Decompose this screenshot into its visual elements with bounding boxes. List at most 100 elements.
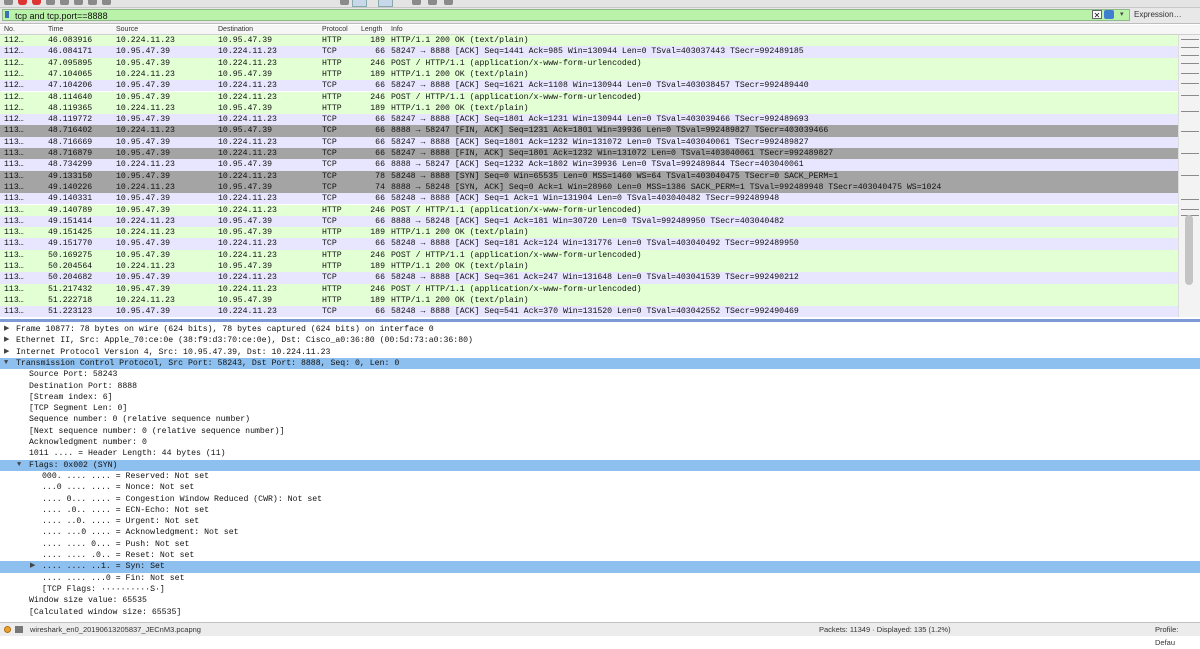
packet-source: 10.95.47.39: [116, 149, 171, 158]
detail-tree-item[interactable]: ▶ Internet Protocol Version 4, Src: 10.95…: [0, 347, 1200, 358]
expand-triangle-icon[interactable]: ▼: [17, 460, 21, 471]
column-header-time[interactable]: Time: [48, 25, 63, 34]
filter-bookmark-icon[interactable]: [5, 11, 9, 18]
packet-row[interactable]: 112… 46.083916 10.224.11.23 10.95.47.39 HTTP…: [0, 35, 1178, 47]
detail-tree-item[interactable]: ▼ Flags: 0x002 (SYN): [0, 459, 1200, 471]
column-header-destination[interactable]: Destination: [218, 25, 253, 34]
detail-tree-item[interactable]: Window size value: 65535: [0, 595, 1200, 606]
collapsed-triangle-icon[interactable]: ▶: [4, 335, 9, 346]
detail-tree-item[interactable]: ▶ Ethernet II, Src: Apple_70:ce:0e (38:f9…: [0, 335, 1200, 346]
packet-row[interactable]: 113… 51.223123 10.95.47.39 10.224.11.23 TCP 6…: [0, 306, 1178, 317]
detail-tree-item[interactable]: Destination Port: 8888: [0, 381, 1200, 392]
collapsed-triangle-icon[interactable]: ▶: [4, 324, 9, 335]
detail-tree-item[interactable]: Sequence number: 0 (relative sequence nu…: [0, 414, 1200, 425]
apply-filter-icon[interactable]: [1104, 10, 1114, 19]
zoom-in-icon[interactable]: [412, 0, 421, 5]
expression-button[interactable]: Expression…: [1134, 9, 1198, 21]
packet-row[interactable]: 112… 47.104065 10.224.11.23 10.95.47.39 HTTP…: [0, 68, 1178, 81]
packet-row[interactable]: 113… 49.140789 10.95.47.39 10.224.11.23 HTTP…: [0, 204, 1178, 216]
packet-destination: 10.224.11.23: [218, 307, 277, 317]
packet-row[interactable]: 113… 48.716402 10.224.11.23 10.95.47.39 TCP 6…: [0, 125, 1178, 137]
packet-row[interactable]: 113… 49.151425 10.224.11.23 10.95.47.39 HTTP…: [0, 227, 1178, 239]
profile-label[interactable]: Profile: Defau: [1155, 623, 1200, 649]
detail-tree-item[interactable]: [Calculated window size: 65535]: [0, 607, 1200, 618]
detail-tree-item[interactable]: .... .... .0.. = Reset: Not set: [0, 550, 1200, 561]
zoom-out-icon[interactable]: [428, 0, 437, 5]
detail-tree-item[interactable]: Acknowledgment number: 0: [0, 437, 1200, 448]
detail-tree-item[interactable]: 000. .... .... = Reserved: Not set: [0, 471, 1200, 482]
packet-row[interactable]: 113… 51.217432 10.95.47.39 10.224.11.23 HTTP…: [0, 283, 1178, 295]
open-file-icon[interactable]: [60, 0, 69, 5]
packet-row[interactable]: 112… 46.084171 10.95.47.39 10.224.11.23 TCP 6…: [0, 46, 1178, 58]
start-capture-icon[interactable]: [4, 0, 13, 5]
detail-tree-item[interactable]: [Stream index: 6]: [0, 392, 1200, 403]
stop-capture-icon[interactable]: [18, 0, 27, 5]
display-filter-bar: tcp and tcp.port==8888 ✕ ▾ Expression…: [0, 8, 1200, 24]
detail-tree-item[interactable]: 1011 .... = Header Length: 44 bytes (11): [0, 448, 1200, 459]
column-header-protocol[interactable]: Protocol: [322, 25, 348, 34]
normal-size-icon[interactable]: [444, 0, 453, 5]
pane-splitter[interactable]: [0, 319, 1200, 322]
packet-row[interactable]: 113… 48.716879 10.95.47.39 10.224.11.23 TCP 6…: [0, 148, 1178, 160]
capture-comment-icon[interactable]: [15, 626, 23, 633]
detail-tree-item[interactable]: .... .0.. .... = ECN-Echo: Not set: [0, 505, 1200, 516]
packet-list-scrollbar[interactable]: [1178, 35, 1200, 317]
packet-row[interactable]: 113… 49.151414 10.224.11.23 10.95.47.39 TCP 6…: [0, 215, 1178, 228]
packet-row[interactable]: 112… 48.119365 10.224.11.23 10.95.47.39 HTTP…: [0, 102, 1178, 115]
packet-row[interactable]: 113… 49.133150 10.95.47.39 10.224.11.23 TCP 7…: [0, 170, 1178, 182]
close-file-icon[interactable]: [88, 0, 97, 5]
packet-row[interactable]: 112… 48.114640 10.95.47.39 10.224.11.23 HTTP…: [0, 91, 1178, 103]
detail-tree-item[interactable]: .... 0... .... = Congestion Window Reduc…: [0, 494, 1200, 505]
display-filter-input[interactable]: tcp and tcp.port==8888: [2, 9, 1130, 21]
capture-options-icon[interactable]: [46, 0, 55, 5]
detail-tree-item[interactable]: .... .... ...0 = Fin: Not set: [0, 573, 1200, 584]
expert-info-icon[interactable]: [4, 626, 11, 633]
detail-tree-item[interactable]: ▼ Transmission Control Protocol, Src Port…: [0, 357, 1200, 370]
packet-row[interactable]: 113… 50.169275 10.95.47.39 10.224.11.23 HTTP…: [0, 249, 1178, 261]
detail-tree-item[interactable]: ▶ Frame 10877: 78 bytes on wire (624 bits…: [0, 324, 1200, 335]
column-header-source[interactable]: Source: [116, 25, 138, 34]
packet-row[interactable]: 113… 48.716669 10.95.47.39 10.224.11.23 TCP 6…: [0, 136, 1178, 148]
scroll-thumb[interactable]: [1185, 215, 1193, 285]
detail-tree-item[interactable]: ▶ .... .... ..1. = Syn: Set: [0, 561, 1200, 573]
packet-row[interactable]: 113… 48.734299 10.224.11.23 10.95.47.39 TCP 6…: [0, 159, 1178, 171]
detail-tree-item[interactable]: .... ...0 .... = Acknowledgment: Not set: [0, 527, 1200, 538]
reload-icon[interactable]: [102, 0, 111, 5]
packet-row[interactable]: 112… 47.104206 10.95.47.39 10.224.11.23 TCP 6…: [0, 80, 1178, 92]
detail-tree-text: Frame 10877: 78 bytes on wire (624 bits)…: [16, 325, 434, 334]
packet-length: 246: [370, 205, 385, 215]
packet-row[interactable]: 113… 51.222718 10.224.11.23 10.95.47.39 HTTP…: [0, 294, 1178, 307]
packet-info: 58247 → 8888 [ACK] Seq=1801 Ack=1231 Win…: [391, 115, 809, 125]
go-to-packet-icon[interactable]: [340, 0, 349, 5]
packet-row[interactable]: 113… 50.204682 10.95.47.39 10.224.11.23 TCP 6…: [0, 272, 1178, 284]
packet-row[interactable]: 112… 48.119772 10.95.47.39 10.224.11.23 TCP 6…: [0, 114, 1178, 126]
auto-scroll-icon[interactable]: [378, 0, 393, 7]
detail-tree-text: Source Port: 58243: [29, 370, 118, 380]
detail-tree-item[interactable]: .... ..0. .... = Urgent: Not set: [0, 516, 1200, 527]
detail-tree-item[interactable]: [Next sequence number: 0 (relative seque…: [0, 426, 1200, 437]
packet-info: 58247 → 8888 [ACK] Seq=1441 Ack=985 Win=…: [391, 47, 804, 57]
packet-time: 47.095895: [48, 58, 93, 68]
detail-tree-item[interactable]: [TCP Segment Len: 0]: [0, 403, 1200, 414]
detail-tree-item[interactable]: .... .... 0... = Push: Not set: [0, 539, 1200, 550]
clear-filter-icon[interactable]: ✕: [1092, 10, 1102, 20]
expand-triangle-icon[interactable]: ▼: [4, 358, 8, 369]
column-header-info[interactable]: Info: [391, 25, 403, 34]
colorize-toggle-icon[interactable]: [352, 0, 367, 7]
collapsed-triangle-icon[interactable]: ▶: [4, 347, 9, 358]
restart-capture-icon[interactable]: [32, 0, 41, 5]
filter-history-icon[interactable]: ▾: [1120, 10, 1128, 19]
column-header-length[interactable]: Length: [361, 25, 382, 34]
packet-row[interactable]: 113… 49.140331 10.95.47.39 10.224.11.23 TCP 6…: [0, 193, 1178, 205]
packet-row[interactable]: 113… 50.204564 10.224.11.23 10.95.47.39 HTTP…: [0, 261, 1178, 273]
detail-tree-item[interactable]: Source Port: 58243: [0, 369, 1200, 380]
packet-row[interactable]: 113… 49.140226 10.224.11.23 10.95.47.39 TCP 7…: [0, 181, 1178, 194]
column-header-no[interactable]: No.: [4, 25, 15, 34]
packet-row[interactable]: 113… 49.151770 10.95.47.39 10.224.11.23 TCP 6…: [0, 238, 1178, 250]
save-file-icon[interactable]: [74, 0, 83, 5]
packet-time: 48.119772: [48, 115, 93, 125]
detail-tree-item[interactable]: ...0 .... .... = Nonce: Not set: [0, 482, 1200, 493]
collapsed-triangle-icon[interactable]: ▶: [30, 561, 35, 572]
detail-tree-item[interactable]: [TCP Flags: ··········S·]: [0, 584, 1200, 595]
packet-row[interactable]: 112… 47.095895 10.95.47.39 10.224.11.23 HTTP…: [0, 57, 1178, 69]
